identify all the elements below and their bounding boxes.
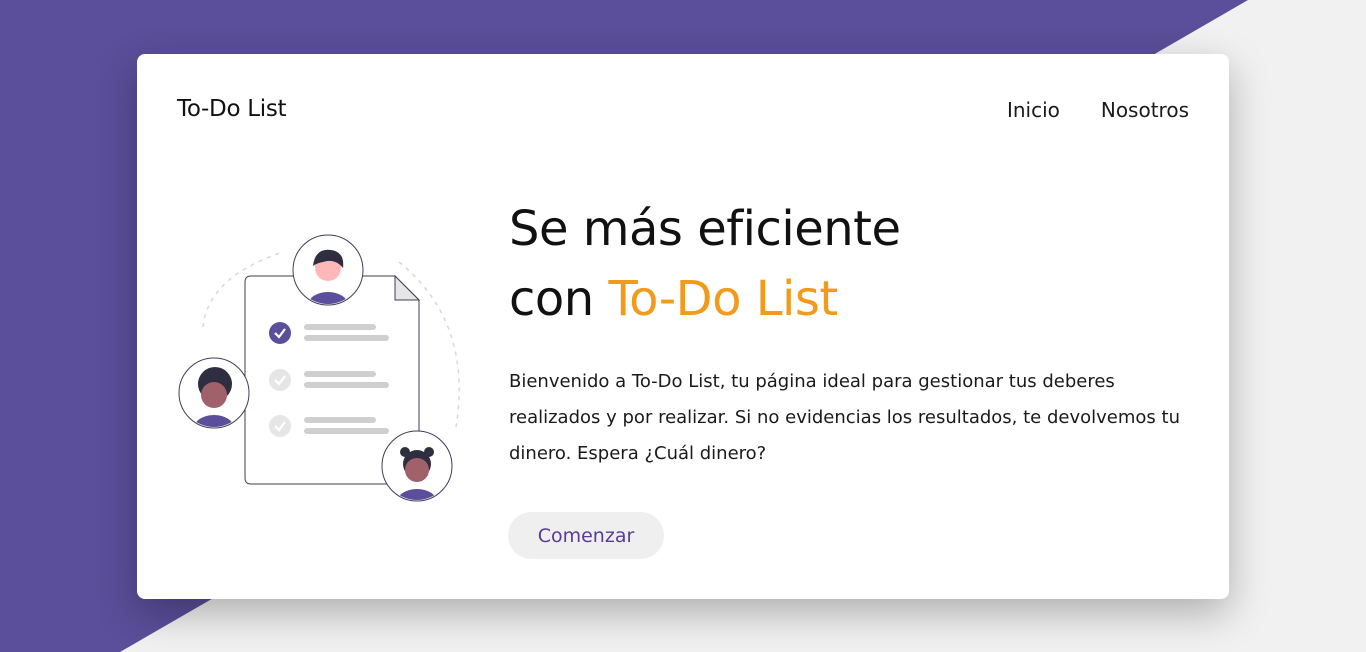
avatar-left <box>178 357 250 429</box>
unchecked-icon <box>269 415 291 437</box>
brand-logo-text[interactable]: To-Do List <box>177 96 287 122</box>
hero-title-accent: To-Do List <box>608 271 838 327</box>
nav-link-nosotros[interactable]: Nosotros <box>1101 98 1189 122</box>
hero-title: Se más eficiente con To-Do List <box>509 194 901 334</box>
hero-description: Bienvenido a To-Do List, tu página ideal… <box>509 371 1180 464</box>
hero-title-line1: Se más eficiente <box>509 201 901 257</box>
nav-link-inicio[interactable]: Inicio <box>1007 98 1060 122</box>
top-navigation: Inicio Nosotros <box>1007 98 1189 122</box>
hero-card: To-Do List Inicio Nosotros Se más eficie… <box>137 54 1229 599</box>
team-checklist-illustration <box>178 234 460 502</box>
avatar-right <box>381 430 453 502</box>
hero-title-prefix: con <box>509 271 609 327</box>
unchecked-icon <box>269 369 291 391</box>
start-button[interactable]: Comenzar <box>508 512 664 559</box>
checked-icon <box>269 322 291 344</box>
